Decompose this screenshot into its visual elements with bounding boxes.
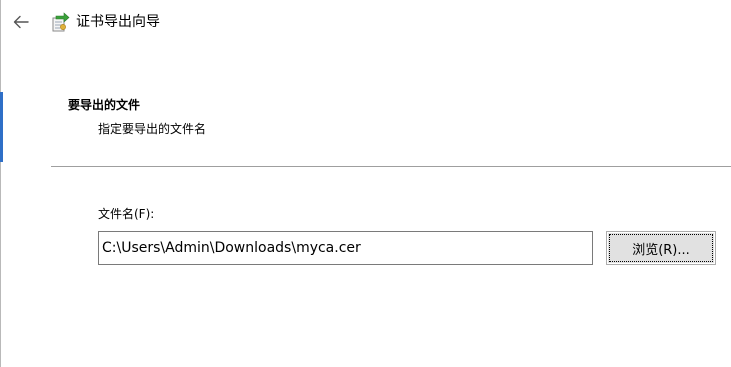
- browse-button[interactable]: 浏览(R)...: [606, 231, 716, 265]
- window-title: 证书导出向导: [76, 14, 160, 30]
- back-arrow-icon: [13, 15, 29, 29]
- file-name-input[interactable]: [98, 231, 593, 265]
- section-heading: 要导出的文件: [68, 98, 141, 112]
- section-subheading: 指定要导出的文件名: [98, 122, 207, 136]
- certificate-wizard-icon: [52, 12, 70, 32]
- back-button[interactable]: [8, 10, 34, 34]
- file-name-label: 文件名(F):: [98, 207, 155, 221]
- header-divider: [51, 166, 731, 167]
- window-edge-accent: [0, 92, 3, 162]
- window-edge: [0, 0, 1, 367]
- certificate-export-wizard: 证书导出向导 要导出的文件 指定要导出的文件名 文件名(F): 浏览(R)...: [0, 0, 731, 367]
